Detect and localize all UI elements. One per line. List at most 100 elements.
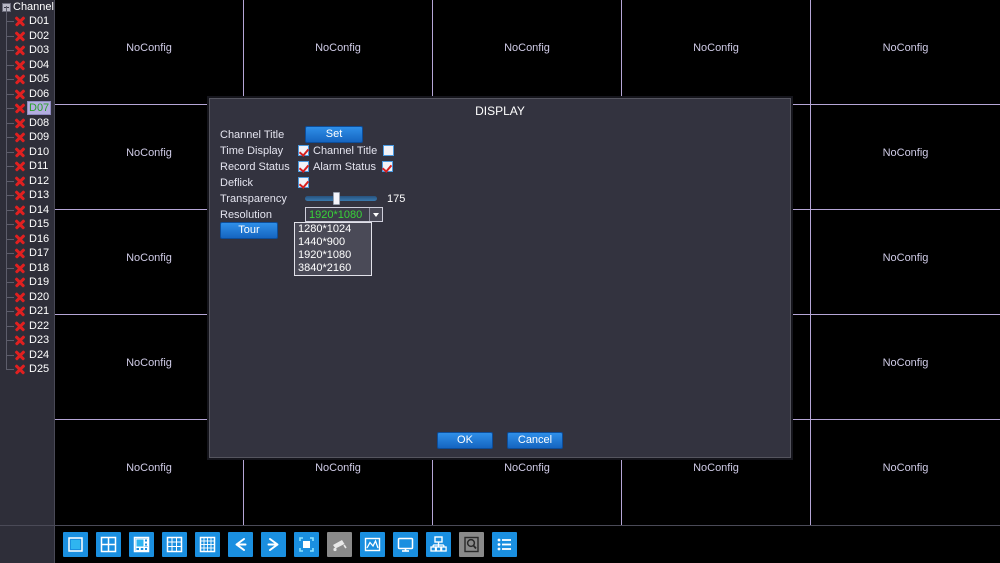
prev-page-icon[interactable] <box>228 532 253 557</box>
channel-item-d12[interactable]: D12 <box>0 165 54 189</box>
channel-item-d07[interactable]: D07 <box>0 93 54 116</box>
channel-item-d14[interactable]: D14 <box>0 194 54 218</box>
time-display-label: Time Display <box>220 144 284 157</box>
channel-disconnected-icon <box>14 204 26 216</box>
tree-stem <box>6 79 14 81</box>
channel-item-d06[interactable]: D06 <box>0 78 54 102</box>
channel-item-d23[interactable]: D23 <box>0 325 54 348</box>
video-pane-status: NoConfig <box>882 462 929 474</box>
video-pane[interactable]: NoConfig <box>244 0 433 105</box>
channel-disconnected-icon <box>14 247 26 259</box>
channel-item-label: D14 <box>29 203 50 216</box>
channel-item-d09[interactable]: D09 <box>0 122 54 145</box>
view-4-icon[interactable] <box>96 532 121 557</box>
channel-item-d03[interactable]: D03 <box>0 35 54 58</box>
channel-item-d25[interactable]: D25 <box>0 354 54 377</box>
resolution-dropdown-list[interactable]: 1280*1024 1440*900 1920*1080 3840*2160 <box>294 222 372 276</box>
channel-item-label: D06 <box>29 87 50 100</box>
video-pane[interactable]: NoConfig <box>55 0 244 105</box>
channel-item-label: D20 <box>29 290 50 303</box>
resolution-option[interactable]: 1440*900 <box>295 236 371 249</box>
channel-tree-sidebar: Channel D01 D02 D03 D04 D05 D06 D07 D08 D09 D10 D1… <box>0 0 55 525</box>
resolution-option[interactable]: 1920*1080 <box>295 249 371 262</box>
tree-stem <box>6 253 14 255</box>
row-time-display: Time Display Channel Title <box>220 143 620 158</box>
channel-item-label: D09 <box>29 131 50 144</box>
video-pane-status: NoConfig <box>504 42 550 54</box>
toolbar-button-strip <box>55 526 1000 563</box>
video-pane-status: NoConfig <box>126 462 172 474</box>
display-icon[interactable] <box>393 532 418 557</box>
tree-stem <box>6 296 14 298</box>
resolution-option[interactable]: 1280*1024 <box>295 223 371 236</box>
channel-item-d24[interactable]: D24 <box>0 339 54 363</box>
channel-item-d13[interactable]: D13 <box>0 180 54 203</box>
channel-item-label: D17 <box>29 247 50 260</box>
channel-item-d20[interactable]: D20 <box>0 281 54 305</box>
channel-item-d22[interactable]: D22 <box>0 310 54 334</box>
resolution-option[interactable]: 3840*2160 <box>295 262 371 275</box>
ptz-camera-icon[interactable] <box>327 532 352 557</box>
video-pane[interactable]: NoConfig <box>811 210 1000 315</box>
color-setting-icon[interactable] <box>360 532 385 557</box>
main-menu-icon[interactable] <box>492 532 517 557</box>
channel-item-d15[interactable]: D15 <box>0 209 54 232</box>
channel-item-d21[interactable]: D21 <box>0 296 54 319</box>
view-8-icon[interactable] <box>129 532 154 557</box>
channel-title-set-button[interactable]: Set <box>305 126 363 143</box>
video-pane[interactable]: NoConfig <box>433 0 622 105</box>
channel-item-label: D02 <box>29 29 50 42</box>
video-pane[interactable]: NoConfig <box>622 0 811 105</box>
channel-tree-header[interactable]: Channel <box>0 1 54 14</box>
video-pane-status: NoConfig <box>315 462 361 474</box>
channel-item-label: D22 <box>29 319 50 332</box>
channel-item-d05[interactable]: D05 <box>0 64 54 87</box>
channel-item-d18[interactable]: D18 <box>0 252 54 276</box>
channel-item-d10[interactable]: D10 <box>0 136 54 160</box>
channel-item-label: D01 <box>29 15 50 28</box>
channel-disconnected-icon <box>14 88 26 100</box>
channel-item-d08[interactable]: D08 <box>0 107 54 131</box>
video-pane[interactable]: NoConfig <box>811 420 1000 525</box>
channel-item-d19[interactable]: D19 <box>0 267 54 290</box>
ok-button[interactable]: OK <box>437 432 493 449</box>
transparency-slider[interactable] <box>305 192 377 205</box>
channel-item-d01[interactable]: D01 <box>0 6 54 29</box>
video-pane[interactable]: NoConfig <box>811 0 1000 105</box>
cancel-button[interactable]: Cancel <box>507 432 563 449</box>
tour-icon[interactable] <box>294 532 319 557</box>
channel-item-label: D04 <box>29 58 50 71</box>
channel-item-label: D25 <box>29 363 50 376</box>
view-16-icon[interactable] <box>195 532 220 557</box>
deflick-label: Deflick <box>220 176 254 189</box>
video-pane[interactable]: NoConfig <box>811 315 1000 420</box>
channel-item-d02[interactable]: D02 <box>0 20 54 44</box>
next-page-icon[interactable] <box>261 532 286 557</box>
channel-disconnected-icon <box>14 117 26 129</box>
transparency-slider-thumb[interactable] <box>333 192 340 205</box>
chevron-down-icon[interactable] <box>369 208 382 221</box>
alarm-status-checkbox[interactable] <box>381 161 393 172</box>
channel-item-d04[interactable]: D04 <box>0 49 54 73</box>
view-1-icon[interactable] <box>63 532 88 557</box>
row-transparency: Transparency 175 <box>220 191 620 206</box>
tree-stem <box>6 195 14 197</box>
video-pane[interactable]: NoConfig <box>811 105 1000 210</box>
tree-stem <box>6 35 14 37</box>
tour-button[interactable]: Tour <box>220 222 278 239</box>
record-status-checkbox[interactable] <box>298 161 309 172</box>
channel-title-checkbox[interactable] <box>383 145 395 156</box>
row-resolution: Resolution 1920*1080 <box>220 207 620 222</box>
deflick-checkbox[interactable] <box>298 177 309 188</box>
video-pane-status: NoConfig <box>126 42 172 54</box>
view-9-icon[interactable] <box>162 532 187 557</box>
channel-item-d11[interactable]: D11 <box>0 151 54 174</box>
channel-item-d17[interactable]: D17 <box>0 238 54 261</box>
channel-title-checkbox-label: Channel Title <box>313 144 378 157</box>
hdd-search-icon[interactable] <box>459 532 484 557</box>
time-display-checkbox[interactable] <box>298 145 309 156</box>
channel-item-d16[interactable]: D16 <box>0 223 54 247</box>
resolution-select[interactable]: 1920*1080 <box>305 207 383 222</box>
network-icon[interactable] <box>426 532 451 557</box>
tree-stem <box>6 50 14 52</box>
